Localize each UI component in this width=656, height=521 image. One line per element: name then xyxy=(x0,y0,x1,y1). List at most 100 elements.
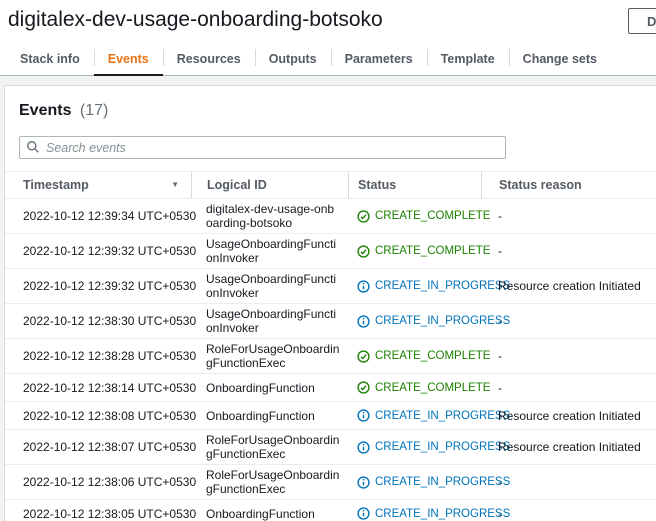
status-label: CREATE_COMPLETE xyxy=(375,349,490,363)
cell-logical-id: digitalex-dev-usage-onboarding-botsoko xyxy=(191,202,348,230)
cell-status-reason: Resource creation Initiated xyxy=(481,279,656,293)
table-row: 2022-10-12 12:39:34 UTC+0530 digitalex-d… xyxy=(5,199,656,234)
page-title: digitalex-dev-usage-onboarding-botsoko xyxy=(8,8,383,32)
status-icon xyxy=(357,441,370,454)
info-circle-icon xyxy=(357,280,370,293)
cell-timestamp: 2022-10-12 12:38:06 UTC+0530 xyxy=(5,475,191,489)
check-circle-icon xyxy=(357,350,370,363)
events-panel-header: Events (17) xyxy=(5,86,656,171)
tab-bar: Stack info Events Resources Outputs Para… xyxy=(0,44,656,76)
cell-timestamp: 2022-10-12 12:38:30 UTC+0530 xyxy=(5,314,191,328)
cell-timestamp: 2022-10-12 12:39:34 UTC+0530 xyxy=(5,209,191,223)
cell-timestamp: 2022-10-12 12:38:14 UTC+0530 xyxy=(5,381,191,395)
events-title: Events xyxy=(19,102,71,119)
events-count: (17) xyxy=(80,102,108,119)
tab-template[interactable]: Template xyxy=(427,44,509,76)
cell-status: CREATE_IN_PROGRESS xyxy=(348,507,481,521)
info-circle-icon xyxy=(357,476,370,489)
status-icon xyxy=(357,476,370,489)
info-circle-icon xyxy=(357,441,370,454)
title-row: digitalex-dev-usage-onboarding-botsoko D… xyxy=(0,0,656,40)
status-icon xyxy=(357,350,370,363)
column-header-logical-id[interactable]: Logical ID xyxy=(191,172,348,198)
column-header-status[interactable]: Status xyxy=(348,172,481,198)
tab-outputs[interactable]: Outputs xyxy=(255,44,331,76)
search-input[interactable] xyxy=(19,136,506,159)
events-panel-title: Events (17) xyxy=(19,102,649,120)
check-circle-icon xyxy=(357,210,370,223)
column-label: Status xyxy=(358,178,396,192)
cell-logical-id: UsageOnboardingFunctionInvoker xyxy=(191,307,348,335)
cell-timestamp: 2022-10-12 12:38:08 UTC+0530 xyxy=(5,409,191,423)
delete-button[interactable]: Delete xyxy=(628,8,656,34)
cell-logical-id: OnboardingFunction xyxy=(191,507,348,521)
tab-label: Resources xyxy=(177,52,241,66)
cell-status: CREATE_IN_PROGRESS xyxy=(348,475,481,489)
cell-status-reason: - xyxy=(481,349,656,363)
cell-status: CREATE_COMPLETE xyxy=(348,381,481,395)
cell-status-reason: - xyxy=(481,475,656,489)
cell-status: CREATE_COMPLETE xyxy=(348,244,481,258)
cell-status: CREATE_IN_PROGRESS xyxy=(348,440,481,454)
tab-parameters[interactable]: Parameters xyxy=(331,44,427,76)
sort-descending-icon[interactable]: ▼ xyxy=(171,181,191,189)
table-row: 2022-10-12 12:38:07 UTC+0530 RoleForUsag… xyxy=(5,430,656,465)
column-label: Timestamp xyxy=(23,178,89,192)
table-row: 2022-10-12 12:38:30 UTC+0530 UsageOnboar… xyxy=(5,304,656,339)
cell-logical-id: RoleForUsageOnboardingFunctionExec xyxy=(191,342,348,370)
cell-status-reason: - xyxy=(481,507,656,521)
cell-status-reason: - xyxy=(481,314,656,328)
cell-status-reason: - xyxy=(481,381,656,395)
cell-logical-id: UsageOnboardingFunctionInvoker xyxy=(191,272,348,300)
cell-status-reason: - xyxy=(481,244,656,258)
column-header-status-reason[interactable]: Status reason xyxy=(481,172,656,198)
table-row: 2022-10-12 12:38:05 UTC+0530 OnboardingF… xyxy=(5,500,656,521)
status-icon xyxy=(357,315,370,328)
events-panel: Events (17) Timestamp ▼ Logical ID Statu… xyxy=(4,85,656,521)
tab-stack-info[interactable]: Stack info xyxy=(6,44,94,76)
tab-events[interactable]: Events xyxy=(94,44,163,76)
table-row: 2022-10-12 12:38:14 UTC+0530 OnboardingF… xyxy=(5,374,656,402)
cell-timestamp: 2022-10-12 12:38:05 UTC+0530 xyxy=(5,507,191,521)
table-row: 2022-10-12 12:39:32 UTC+0530 UsageOnboar… xyxy=(5,234,656,269)
cell-status-reason: - xyxy=(481,209,656,223)
tab-label: Template xyxy=(441,52,495,66)
table-row: 2022-10-12 12:39:32 UTC+0530 UsageOnboar… xyxy=(5,269,656,304)
status-label: CREATE_COMPLETE xyxy=(375,381,490,395)
info-circle-icon xyxy=(357,315,370,328)
cell-logical-id: UsageOnboardingFunctionInvoker xyxy=(191,237,348,265)
status-icon xyxy=(357,507,370,520)
cell-status: CREATE_COMPLETE xyxy=(348,349,481,363)
cell-status-reason: Resource creation Initiated xyxy=(481,409,656,423)
cell-status: CREATE_COMPLETE xyxy=(348,209,481,223)
cell-timestamp: 2022-10-12 12:38:07 UTC+0530 xyxy=(5,440,191,454)
column-label: Status reason xyxy=(499,178,582,192)
tab-label: Outputs xyxy=(269,52,317,66)
page-header: digitalex-dev-usage-onboarding-botsoko D… xyxy=(0,0,656,76)
cell-status: CREATE_IN_PROGRESS xyxy=(348,279,481,293)
column-header-timestamp[interactable]: Timestamp ▼ xyxy=(5,172,191,198)
cell-timestamp: 2022-10-12 12:39:32 UTC+0530 xyxy=(5,279,191,293)
info-circle-icon xyxy=(357,507,370,520)
tab-change-sets[interactable]: Change sets xyxy=(509,44,611,76)
table-row: 2022-10-12 12:38:08 UTC+0530 OnboardingF… xyxy=(5,402,656,430)
cell-logical-id: RoleForUsageOnboardingFunctionExec xyxy=(191,468,348,496)
status-icon xyxy=(357,381,370,394)
status-label: CREATE_COMPLETE xyxy=(375,209,490,223)
check-circle-icon xyxy=(357,381,370,394)
check-circle-icon xyxy=(357,245,370,258)
table-body: 2022-10-12 12:39:34 UTC+0530 digitalex-d… xyxy=(5,199,656,521)
cell-logical-id: OnboardingFunction xyxy=(191,409,348,423)
status-icon xyxy=(357,210,370,223)
cell-timestamp: 2022-10-12 12:39:32 UTC+0530 xyxy=(5,244,191,258)
tab-label: Stack info xyxy=(20,52,80,66)
tab-label: Parameters xyxy=(345,52,413,66)
status-icon xyxy=(357,409,370,422)
info-circle-icon xyxy=(357,409,370,422)
cell-timestamp: 2022-10-12 12:38:28 UTC+0530 xyxy=(5,349,191,363)
search-box xyxy=(19,136,506,159)
tab-label: Events xyxy=(108,52,149,66)
tab-label: Change sets xyxy=(523,52,597,66)
column-label: Logical ID xyxy=(207,178,267,192)
tab-resources[interactable]: Resources xyxy=(163,44,255,76)
